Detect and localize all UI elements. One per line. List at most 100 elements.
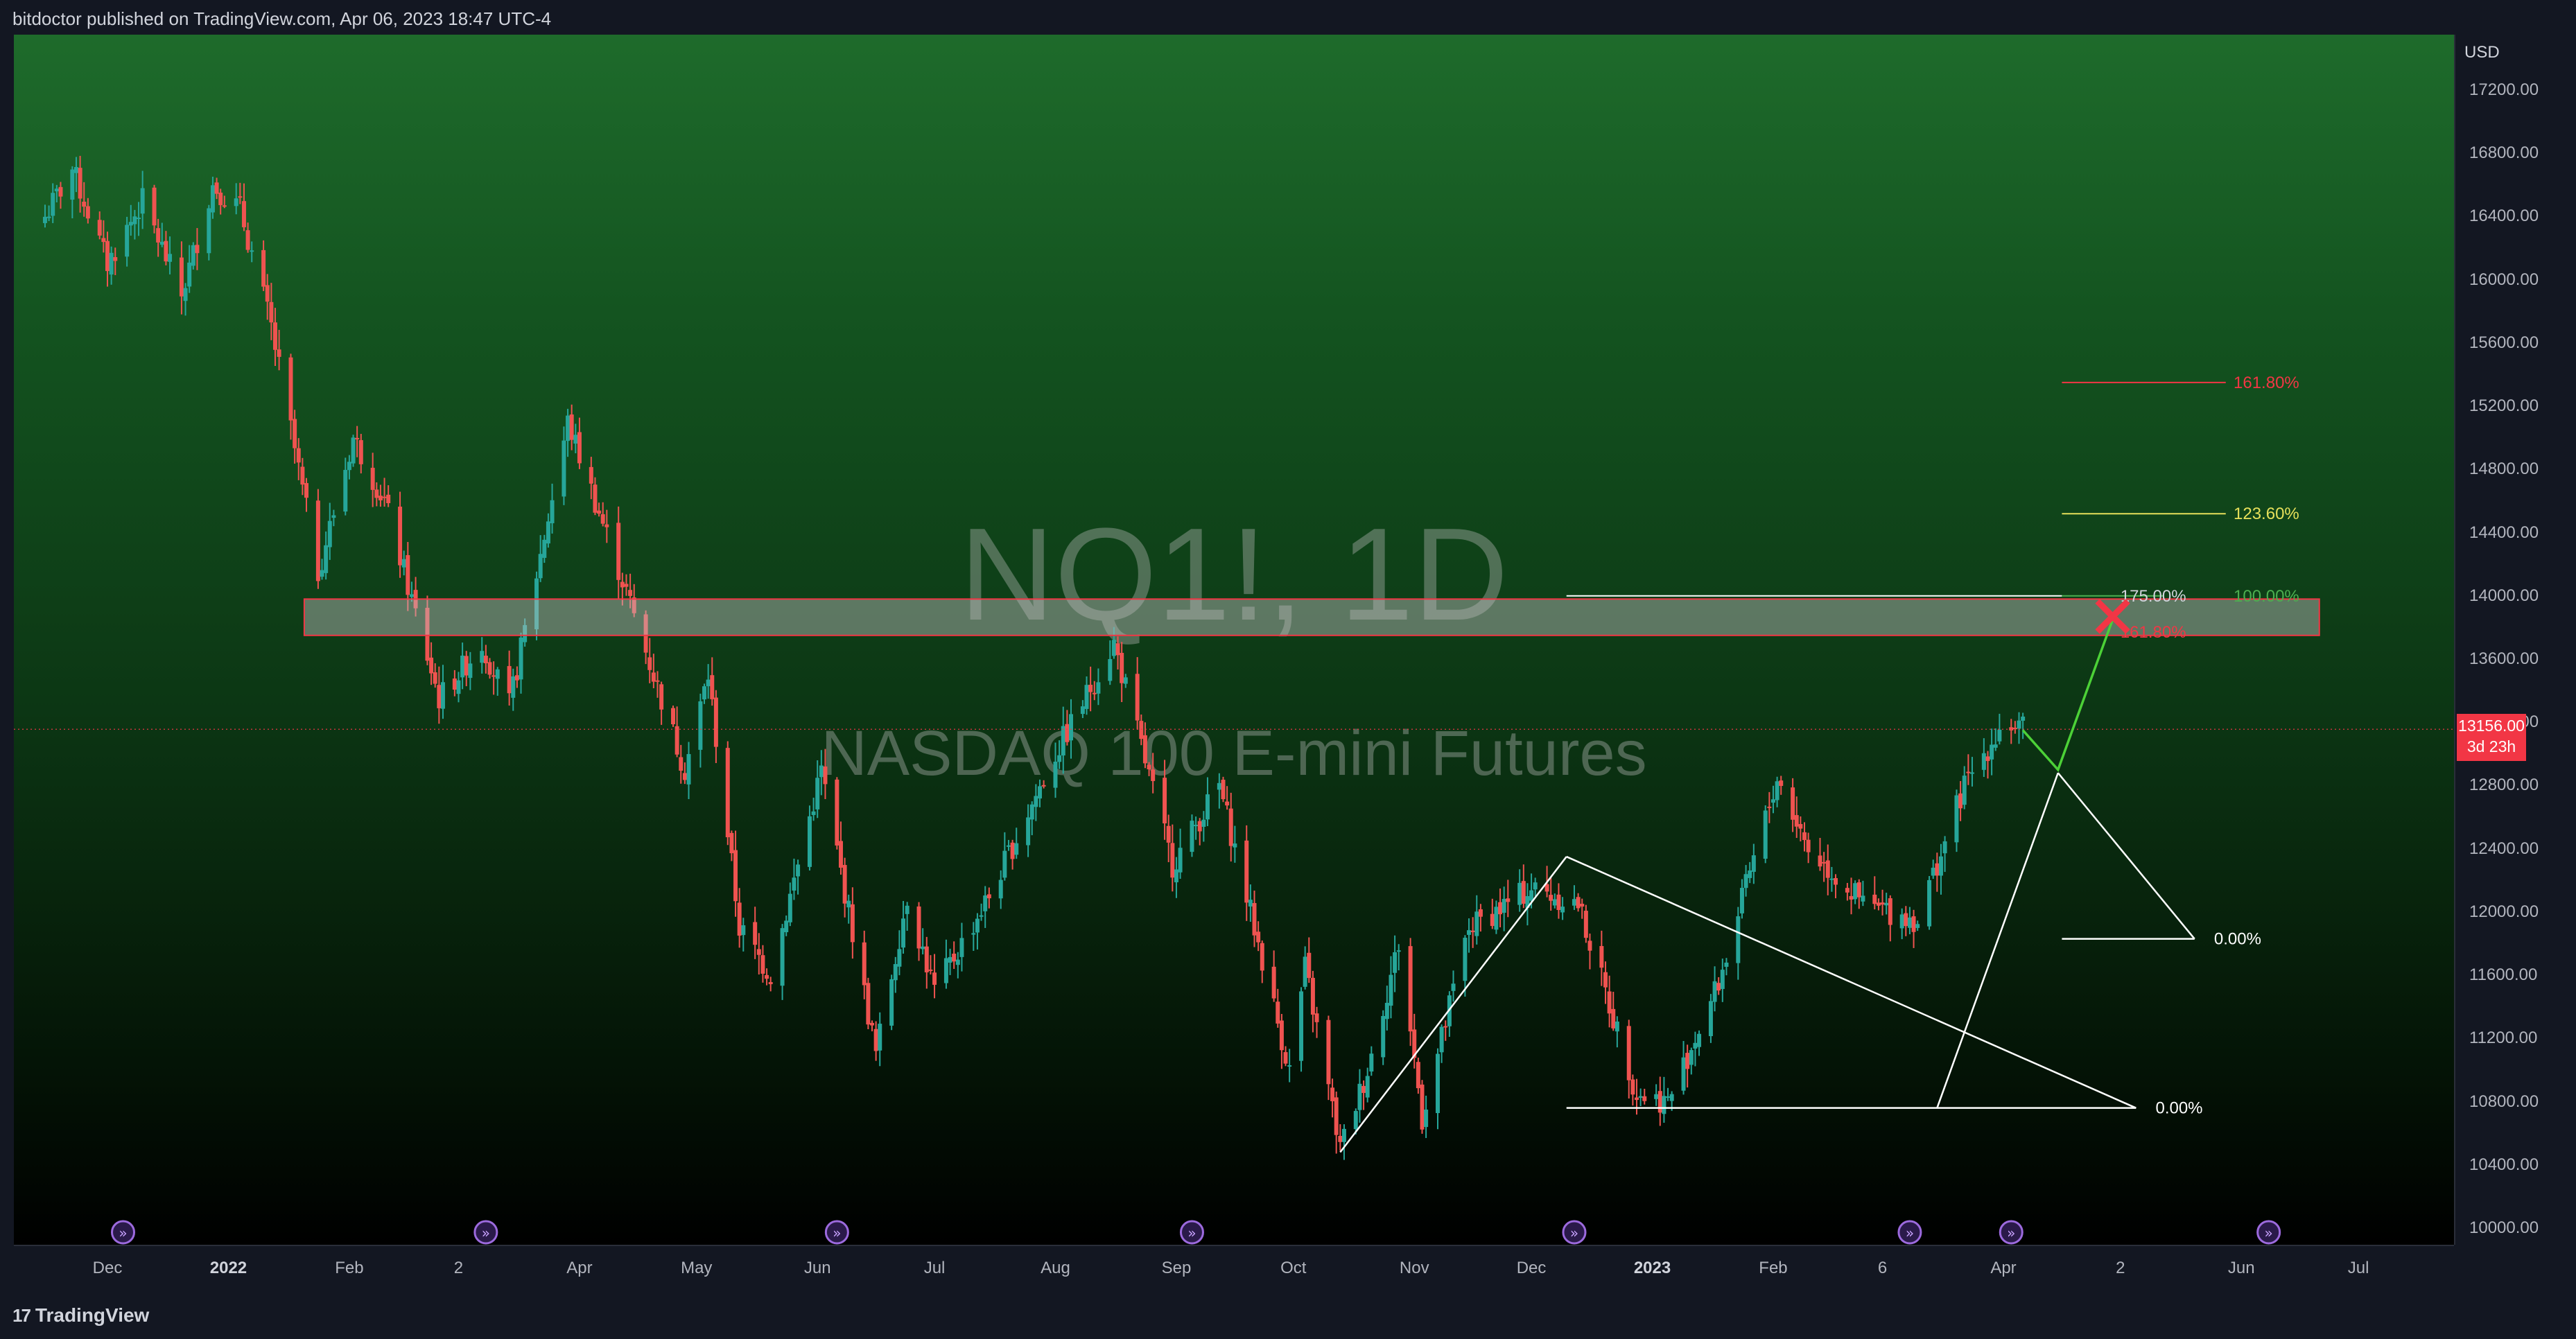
- candle-body: [1751, 855, 1756, 872]
- candle-body: [1654, 1094, 1659, 1099]
- candle-body: [1221, 780, 1226, 800]
- candle-body: [1357, 1083, 1362, 1110]
- triangle-left-leg: [1339, 856, 1567, 1153]
- price-tick-label: 12400.00: [2469, 839, 2539, 858]
- candle-body: [265, 285, 270, 302]
- candle-body: [1907, 917, 1912, 928]
- candle-body: [433, 672, 437, 684]
- candle-body: [1603, 972, 1608, 988]
- fib-label: 175.00%: [2121, 587, 2186, 606]
- candle-body: [1938, 856, 1943, 876]
- candle-body: [42, 216, 47, 223]
- candle-body: [659, 684, 664, 710]
- time-axis[interactable]: [14, 1245, 2454, 1290]
- candle-body: [105, 240, 110, 272]
- candle-body: [437, 685, 442, 708]
- time-tick-label: 6: [1877, 1259, 1888, 1277]
- candle-body: [1993, 744, 1998, 748]
- candle-body: [1506, 898, 1511, 902]
- candle-body: [550, 500, 555, 523]
- candle-body: [370, 467, 375, 490]
- candle-body: [616, 523, 621, 580]
- time-tick-label: Dec: [1516, 1259, 1547, 1277]
- candle-body: [183, 288, 188, 301]
- candle-body: [1283, 1052, 1288, 1064]
- candle-body: [679, 757, 684, 771]
- event-arrow-icon: »: [2007, 1225, 2015, 1241]
- event-arrow-icon: »: [1906, 1225, 1914, 1241]
- tradingview-mark-icon: 17: [12, 1305, 31, 1326]
- candle-body: [343, 470, 348, 512]
- candle-body: [562, 440, 566, 497]
- candle-body: [464, 656, 469, 676]
- tradingview-logo[interactable]: 17 TradingView: [12, 1304, 149, 1327]
- candle-body: [195, 245, 200, 254]
- candle-body: [1463, 938, 1468, 981]
- candle-body: [686, 754, 691, 785]
- candle-body: [1876, 902, 1881, 906]
- candle-body: [1779, 780, 1784, 786]
- candle-body: [70, 169, 75, 200]
- candle-body: [546, 521, 550, 544]
- chart-pane[interactable]: NQ1!, 1D NASDAQ 100 E-mini Futures 161.8…: [14, 35, 2454, 1245]
- candle-body: [483, 656, 488, 664]
- candle-body: [577, 432, 582, 464]
- candle-body: [1572, 899, 1576, 906]
- candle-body: [1657, 1091, 1662, 1113]
- candle-body: [1997, 729, 2002, 742]
- candle-body: [1697, 1033, 1702, 1047]
- candle-body: [187, 262, 192, 287]
- fib-label: 161.80%: [2234, 374, 2299, 392]
- candle-body: [519, 637, 523, 680]
- candle-body: [51, 193, 55, 216]
- candle-body: [1884, 902, 1889, 906]
- candle-body: [670, 708, 675, 725]
- candle-body: [1981, 753, 1986, 770]
- candle-body: [737, 902, 742, 936]
- event-arrow-icon: »: [482, 1225, 490, 1241]
- candle-body: [1002, 850, 1007, 878]
- candle-body: [846, 900, 851, 908]
- candle-body: [733, 850, 738, 902]
- candle-body: [1969, 772, 1974, 774]
- candle-body: [1365, 1076, 1370, 1098]
- candle-body: [440, 682, 445, 709]
- candle-body: [1689, 1050, 1694, 1065]
- candle-body: [932, 972, 937, 985]
- candle-body: [710, 675, 715, 699]
- candle-body: [955, 959, 960, 965]
- candle-body: [1092, 692, 1097, 694]
- candle-body: [1880, 902, 1885, 905]
- candle-body: [1326, 1019, 1331, 1085]
- candle-body: [835, 779, 839, 846]
- candle-body: [1014, 843, 1019, 855]
- projection-path: [2021, 619, 2114, 772]
- candle-body: [1420, 1084, 1425, 1130]
- candle-body: [1529, 890, 1534, 901]
- candle-body: [889, 979, 894, 1026]
- candle-body: [293, 419, 297, 448]
- candle-body: [1108, 658, 1113, 681]
- candle-body: [1080, 706, 1085, 715]
- candle-body: [1111, 640, 1116, 656]
- price-tick-label: 17200.00: [2469, 80, 2539, 99]
- candle-body: [948, 956, 952, 963]
- candle-body: [1607, 991, 1612, 1014]
- candle-body: [1872, 894, 1877, 904]
- currency-label: USD: [2464, 43, 2500, 62]
- candlestick-chart[interactable]: 161.80% 123.60% 175.00% 100.00% 161.80% 0.00%…: [14, 35, 2454, 1245]
- candle-body: [1685, 1053, 1690, 1069]
- candle-body: [159, 241, 164, 245]
- publish-info: bitdoctor published on TradingView.com, …: [12, 8, 552, 29]
- candle-body: [569, 414, 574, 440]
- fib-label: 161.80%: [2121, 623, 2186, 642]
- candle-body: [468, 663, 473, 679]
- candle-body: [1170, 843, 1175, 878]
- candle-body: [514, 675, 519, 681]
- candle-body: [1720, 970, 1725, 989]
- candle-body: [1556, 894, 1561, 910]
- candle-body: [491, 675, 496, 677]
- candle-body: [1244, 840, 1249, 903]
- candle-body: [1791, 787, 1795, 820]
- candle-body: [959, 938, 964, 957]
